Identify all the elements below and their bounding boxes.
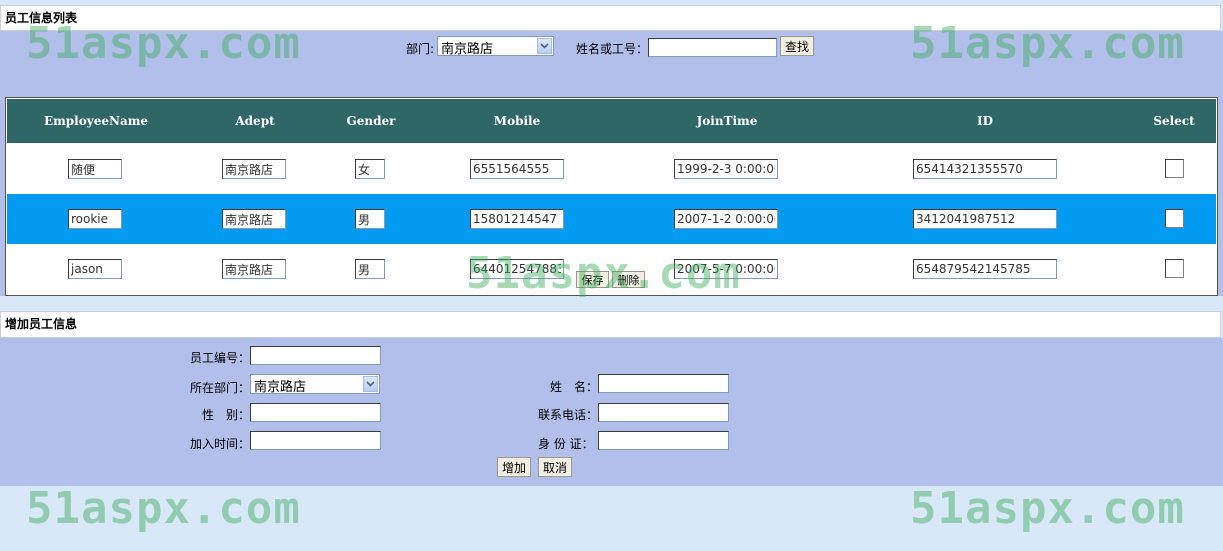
row-name-input[interactable] xyxy=(68,209,122,229)
col-header-mobile: Mobile xyxy=(493,114,541,128)
cancel-button[interactable]: 取消 xyxy=(538,457,572,477)
row-dept-input[interactable] xyxy=(222,259,286,279)
row-join-time-input[interactable] xyxy=(674,209,778,229)
row-select-checkbox[interactable] xyxy=(1165,209,1184,228)
row-gender-input[interactable] xyxy=(355,259,385,279)
dept-select[interactable]: 南京路店 xyxy=(250,374,380,395)
row-select-checkbox[interactable] xyxy=(1165,159,1184,178)
col-header-adept: Adept xyxy=(235,114,275,128)
col-header-join-time: JoinTime xyxy=(696,114,758,128)
join-time-label: 加入时间： xyxy=(190,437,251,451)
name-label: 姓 名： xyxy=(550,380,599,394)
id-card-label: 身 份 证： xyxy=(538,437,594,451)
grid-header-row: EmployeeName Adept Gender Mobile JoinTim… xyxy=(7,99,1216,143)
phone-label: 联系电话： xyxy=(538,408,599,422)
row-select-checkbox[interactable] xyxy=(1165,259,1184,278)
emp-no-label: 员工编号： xyxy=(190,351,251,365)
watermark: 51aspx.com xyxy=(910,483,1185,534)
dept-filter-value: 南京路店 xyxy=(441,42,494,57)
col-header-employee-name: EmployeeName xyxy=(43,114,149,128)
phone-input[interactable] xyxy=(598,403,729,422)
dept-select-value: 南京路店 xyxy=(254,380,307,395)
row-dept-input[interactable] xyxy=(222,209,286,229)
dept-label: 所在部门： xyxy=(190,381,251,395)
col-header-gender: Gender xyxy=(346,114,396,128)
save-button[interactable]: 保存 xyxy=(576,271,609,288)
add-employee-title: 增加员工信息 xyxy=(5,317,78,331)
chevron-down-icon[interactable] xyxy=(363,376,378,392)
row-name-input[interactable] xyxy=(68,159,122,179)
add-button[interactable]: 增加 xyxy=(497,457,531,477)
add-employee-panel: 员工编号： 所在部门： 南京路店 性 别： 加入时间： 姓 名： 联系电话： 身… xyxy=(0,338,1223,486)
watermark: 51aspx.com xyxy=(26,483,301,534)
gender-input[interactable] xyxy=(250,403,381,422)
row-join-time-input[interactable] xyxy=(674,159,778,179)
row-id-input[interactable] xyxy=(913,209,1057,229)
dept-filter-select[interactable]: 南京路店 xyxy=(437,36,554,57)
row-name-input[interactable] xyxy=(68,259,122,279)
employee-list-title: 员工信息列表 xyxy=(5,11,78,25)
search-input[interactable] xyxy=(648,38,777,57)
col-header-id: ID xyxy=(976,114,994,128)
join-time-input[interactable] xyxy=(250,431,381,450)
row-mobile-input[interactable] xyxy=(470,209,564,229)
row-gender-input[interactable] xyxy=(355,159,385,179)
id-card-input[interactable] xyxy=(598,431,729,450)
row-mobile-input[interactable] xyxy=(470,159,564,179)
table-row xyxy=(7,194,1216,244)
row-id-input[interactable] xyxy=(913,159,1057,179)
table-row xyxy=(7,144,1216,194)
row-dept-input[interactable] xyxy=(222,159,286,179)
employee-list-header: 员工信息列表 xyxy=(0,5,1221,31)
search-button[interactable]: 查找 xyxy=(780,36,814,56)
dept-filter-label: 部门: xyxy=(406,42,435,56)
gender-label: 性 别： xyxy=(202,408,251,422)
col-header-select: Select xyxy=(1153,114,1195,128)
row-join-time-input[interactable] xyxy=(674,259,778,279)
name-input[interactable] xyxy=(598,374,729,393)
employee-list-panel: 部门: 南京路店 姓名或工号： 查找 EmployeeName Adept Ge… xyxy=(0,31,1223,296)
row-id-input[interactable] xyxy=(913,259,1057,279)
search-label: 姓名或工号： xyxy=(576,42,649,56)
add-employee-header: 增加员工信息 xyxy=(0,311,1221,338)
row-mobile-input[interactable] xyxy=(470,259,564,279)
employee-grid: EmployeeName Adept Gender Mobile JoinTim… xyxy=(5,97,1218,296)
row-gender-input[interactable] xyxy=(355,209,385,229)
chevron-down-icon[interactable] xyxy=(537,38,552,54)
emp-no-input[interactable] xyxy=(250,346,381,365)
delete-button[interactable]: 删除 xyxy=(612,271,645,288)
